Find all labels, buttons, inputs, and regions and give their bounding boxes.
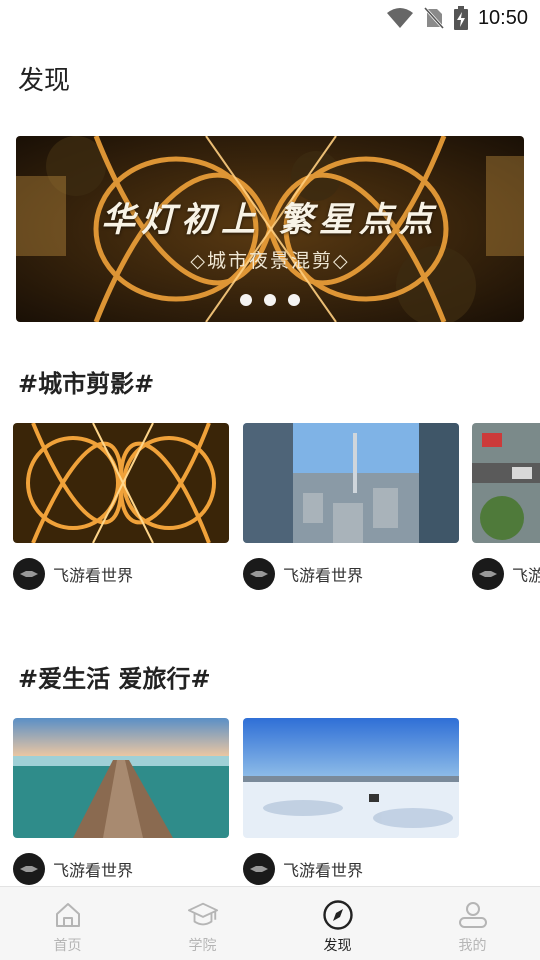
compass-icon [322, 899, 354, 931]
video-card[interactable]: 飞游看世界 [472, 423, 540, 590]
home-icon [52, 899, 84, 931]
video-author[interactable]: 飞游看世界 [13, 853, 133, 885]
video-list-city[interactable]: 飞游看世界 飞游看世界 飞游 [13, 423, 540, 603]
banner-carousel[interactable]: 华灯初上 繁星点点 ◇城市夜景混剪◇ [16, 136, 524, 322]
tab-label: 首页 [53, 938, 82, 954]
author-name: 飞游看世界 [512, 566, 540, 585]
tab-label: 发现 [323, 938, 352, 954]
author-name: 飞游看世界 [53, 566, 134, 585]
video-author[interactable]: 飞游看世界 [243, 853, 363, 885]
tab-label: 我的 [458, 938, 487, 954]
video-author[interactable]: 飞游看世界 [13, 558, 133, 590]
video-thumbnail[interactable] [13, 423, 229, 543]
avatar[interactable] [243, 558, 275, 590]
tab-label: 学院 [188, 938, 217, 954]
tab-home[interactable]: 首页 [0, 887, 135, 960]
video-thumbnail[interactable] [13, 718, 229, 838]
carousel-dot[interactable] [240, 294, 252, 306]
status-icons: 10:50 [386, 6, 528, 30]
author-name: 飞游看世界 [283, 566, 364, 585]
banner-subtitle: ◇城市夜景混剪◇ [190, 250, 350, 272]
battery-charging-icon [453, 6, 468, 30]
video-thumbnail[interactable] [243, 423, 459, 543]
avatar[interactable] [13, 558, 45, 590]
section-title-city: #城市剪影# [18, 370, 155, 398]
carousel-indicator [16, 294, 524, 306]
avatar[interactable] [472, 558, 504, 590]
tab-academy[interactable]: 学院 [135, 887, 270, 960]
wifi-icon [386, 8, 413, 28]
tab-profile[interactable]: 我的 [405, 887, 540, 960]
video-card[interactable]: 飞游看世界 [13, 718, 229, 885]
status-bar: 10:50 [0, 0, 540, 36]
carousel-dot[interactable] [288, 294, 300, 306]
no-sim-icon [423, 7, 444, 29]
author-name: 飞游看世界 [283, 861, 364, 880]
avatar[interactable] [13, 853, 45, 885]
status-time: 10:50 [477, 6, 528, 29]
section-title-travel: #爱生活 爱旅行# [18, 665, 211, 693]
bottom-tab-bar: 首页 学院 发现 我的 [0, 886, 540, 960]
video-thumbnail[interactable] [472, 423, 540, 543]
page-title: 发现 [18, 66, 71, 96]
video-card[interactable]: 飞游看世界 [243, 423, 459, 590]
author-name: 飞游看世界 [53, 861, 134, 880]
video-list-travel[interactable]: 飞游看世界 飞游看世界 [13, 718, 540, 886]
graduation-cap-icon [187, 899, 219, 931]
banner-title: 华灯初上 繁星点点 [101, 200, 439, 240]
tab-discover[interactable]: 发现 [270, 887, 405, 960]
carousel-dot[interactable] [264, 294, 276, 306]
video-card[interactable]: 飞游看世界 [243, 718, 459, 885]
video-card[interactable]: 飞游看世界 [13, 423, 229, 590]
video-author[interactable]: 飞游看世界 [243, 558, 363, 590]
avatar[interactable] [243, 853, 275, 885]
video-thumbnail[interactable] [243, 718, 459, 838]
video-author[interactable]: 飞游看世界 [472, 558, 540, 590]
profile-icon [457, 899, 489, 931]
